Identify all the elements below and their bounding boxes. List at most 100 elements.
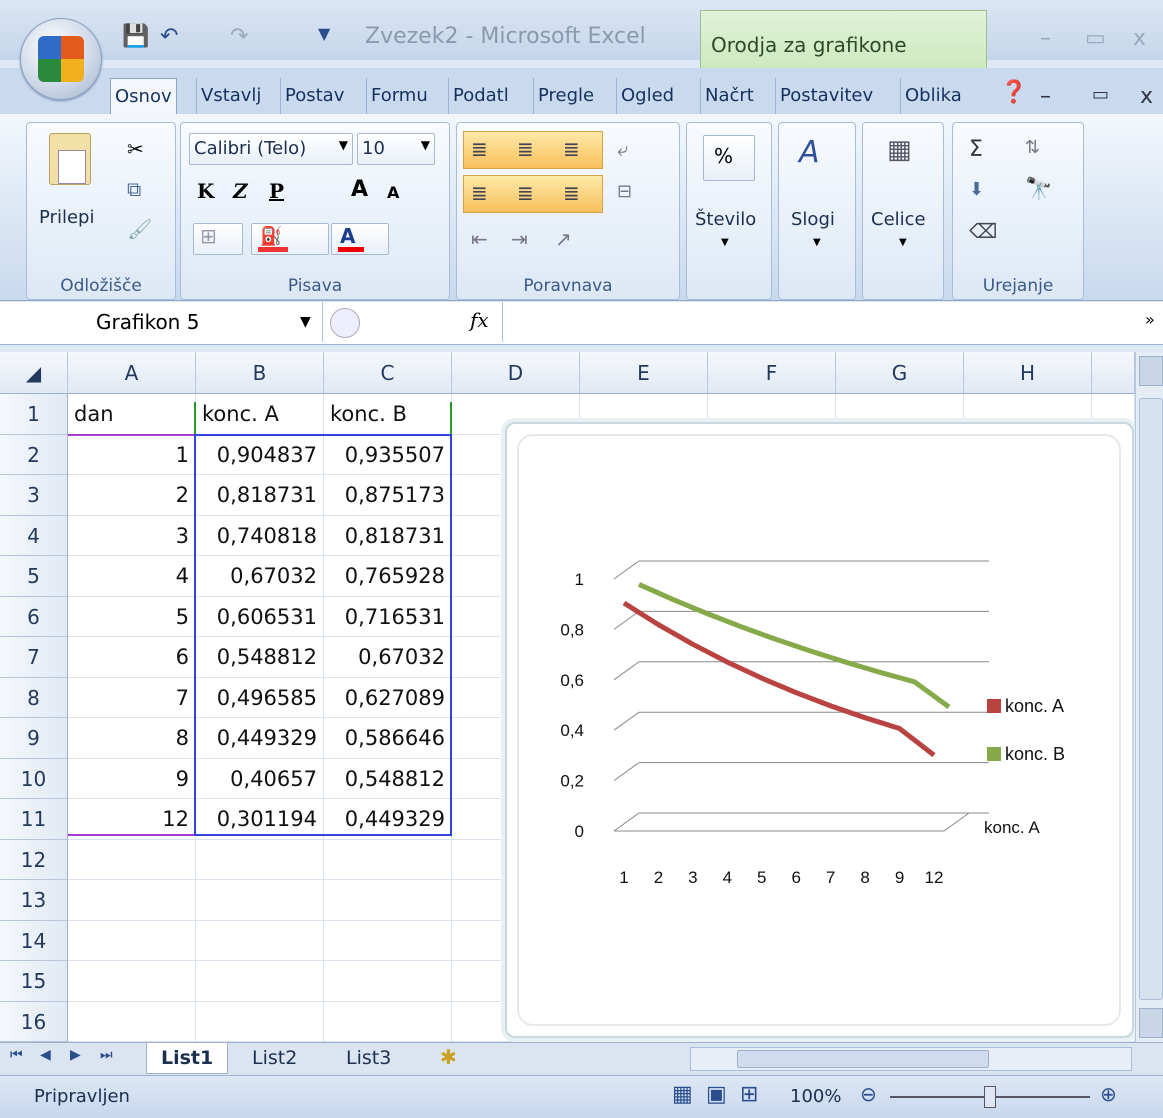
cell[interactable]: 12 [68,799,196,840]
tab-ogled[interactable]: Ogled [616,78,678,114]
tab-oblika[interactable]: Oblika [900,78,966,114]
fill-color-button[interactable]: ⛽ [251,223,329,255]
cell[interactable]: 4 [68,556,196,597]
sheet-tab-list2[interactable]: List2 [238,1043,311,1073]
cell[interactable]: 0,586646 [324,718,452,759]
cell[interactable] [68,1001,196,1042]
row-header[interactable]: 8 [0,677,68,718]
cell[interactable]: konc. B [324,394,452,435]
row-header[interactable]: 10 [0,758,68,799]
cell[interactable]: 0,606531 [196,596,324,637]
zoom-in-icon[interactable]: ⊕ [1100,1082,1117,1106]
sheet-tab-list3[interactable]: List3 [332,1043,405,1073]
cell[interactable]: 0,548812 [324,758,452,799]
underline-button[interactable]: P [269,179,284,203]
row-header[interactable]: 14 [0,920,68,961]
font-name-select[interactable]: Calibri (Telo) ▼ [189,133,353,165]
prev-sheet-icon[interactable]: ◀ [40,1047,51,1063]
col-header-g[interactable]: G [836,352,964,394]
cell[interactable] [68,920,196,961]
zoom-level[interactable]: 100% [790,1086,841,1107]
expand-formula-icon[interactable]: » [1145,310,1155,329]
row-header[interactable]: 13 [0,880,68,921]
cell[interactable] [324,920,452,961]
row-header[interactable]: 12 [0,839,68,880]
cell[interactable]: 1 [68,434,196,475]
cell[interactable] [324,880,452,921]
cell[interactable] [68,961,196,1002]
row-header[interactable]: 2 [0,434,68,475]
borders-button[interactable]: ⊞ [193,223,243,255]
help-icon[interactable]: ❓ [1000,80,1027,105]
cell[interactable]: 0,67032 [196,556,324,597]
first-sheet-icon[interactable]: ⏮ [10,1047,23,1063]
wrap-text-icon[interactable]: ⤶ [617,137,628,161]
col-header-h[interactable]: H [964,352,1092,394]
group-cells[interactable]: ▦ Celice ▼ [862,122,944,300]
cell[interactable]: 0,67032 [324,637,452,678]
cell[interactable]: 0,818731 [196,475,324,516]
save-icon[interactable]: 💾 [122,24,149,49]
minimize-button[interactable]: – [1040,26,1051,51]
paste-button[interactable]: Prilepi [39,207,94,228]
row-header[interactable]: 16 [0,1001,68,1042]
cell[interactable]: 0,875173 [324,475,452,516]
clear-icon[interactable]: ⌫ [969,219,997,243]
cell[interactable] [196,880,324,921]
row-header[interactable]: 7 [0,637,68,678]
page-layout-view-icon[interactable]: ▣ [706,1082,727,1107]
zoom-out-icon[interactable]: ⊖ [860,1082,877,1106]
select-all-button[interactable]: ◢ [0,352,68,394]
cell[interactable]: 8 [68,718,196,759]
bold-button[interactable]: K [197,179,214,203]
scroll-thumb[interactable] [1139,398,1163,1000]
cell[interactable] [196,839,324,880]
row-header[interactable]: 9 [0,718,68,759]
cell[interactable] [196,1001,324,1042]
col-header-d[interactable]: D [452,352,580,394]
format-painter-icon[interactable]: 🖌 [127,217,152,241]
find-select-icon[interactable]: 🔭 [1025,177,1052,202]
office-button[interactable] [20,18,102,100]
row-header[interactable]: 6 [0,596,68,637]
cell[interactable]: 0,40657 [196,758,324,799]
tab-podatl[interactable]: Podatl [448,78,513,114]
zoom-slider-thumb[interactable] [984,1086,996,1108]
formula-input[interactable] [502,302,1143,342]
cell[interactable]: 0,627089 [324,677,452,718]
cell[interactable]: 0,716531 [324,596,452,637]
cell[interactable]: konc. A [196,394,324,435]
chevron-down-icon[interactable]: ▼ [300,314,311,330]
page-break-view-icon[interactable]: ⊞ [740,1082,758,1107]
merge-cells-icon[interactable]: ⊟ [617,181,632,202]
normal-view-icon[interactable]: ▦ [672,1082,693,1107]
row-header[interactable]: 4 [0,515,68,556]
shrink-font-button[interactable]: A [387,183,399,202]
sheet-tab-list1[interactable]: List1 [146,1043,229,1074]
cell[interactable] [324,839,452,880]
row-header[interactable]: 3 [0,475,68,516]
copy-icon[interactable]: ⧉ [127,177,141,201]
cell[interactable]: 0,301194 [196,799,324,840]
row-header[interactable]: 5 [0,556,68,597]
last-sheet-icon[interactable]: ⏭ [100,1047,113,1063]
cell[interactable]: 3 [68,515,196,556]
paste-icon[interactable] [49,133,91,185]
cell[interactable]: 0,935507 [324,434,452,475]
italic-button[interactable]: Z [233,179,248,203]
cell[interactable]: 5 [68,596,196,637]
cut-icon[interactable]: ✂ [127,137,144,161]
sort-filter-icon[interactable]: ⇅ [1025,137,1040,158]
tab-vstavlj[interactable]: Vstavlj [196,78,265,114]
insert-sheet-icon[interactable]: ✱ [440,1045,457,1069]
fill-icon[interactable]: ⬇ [969,179,984,200]
group-number[interactable]: % Število ▼ [686,122,772,300]
font-color-button[interactable]: A [331,223,389,255]
cell[interactable] [196,920,324,961]
col-header-f[interactable]: F [708,352,836,394]
insert-function-icon[interactable]: fx [470,308,489,332]
grow-font-button[interactable]: A [351,177,368,202]
doc-restore-button[interactable]: ▭ [1092,84,1109,105]
cell[interactable]: 0,548812 [196,637,324,678]
cell[interactable]: 0,904837 [196,434,324,475]
